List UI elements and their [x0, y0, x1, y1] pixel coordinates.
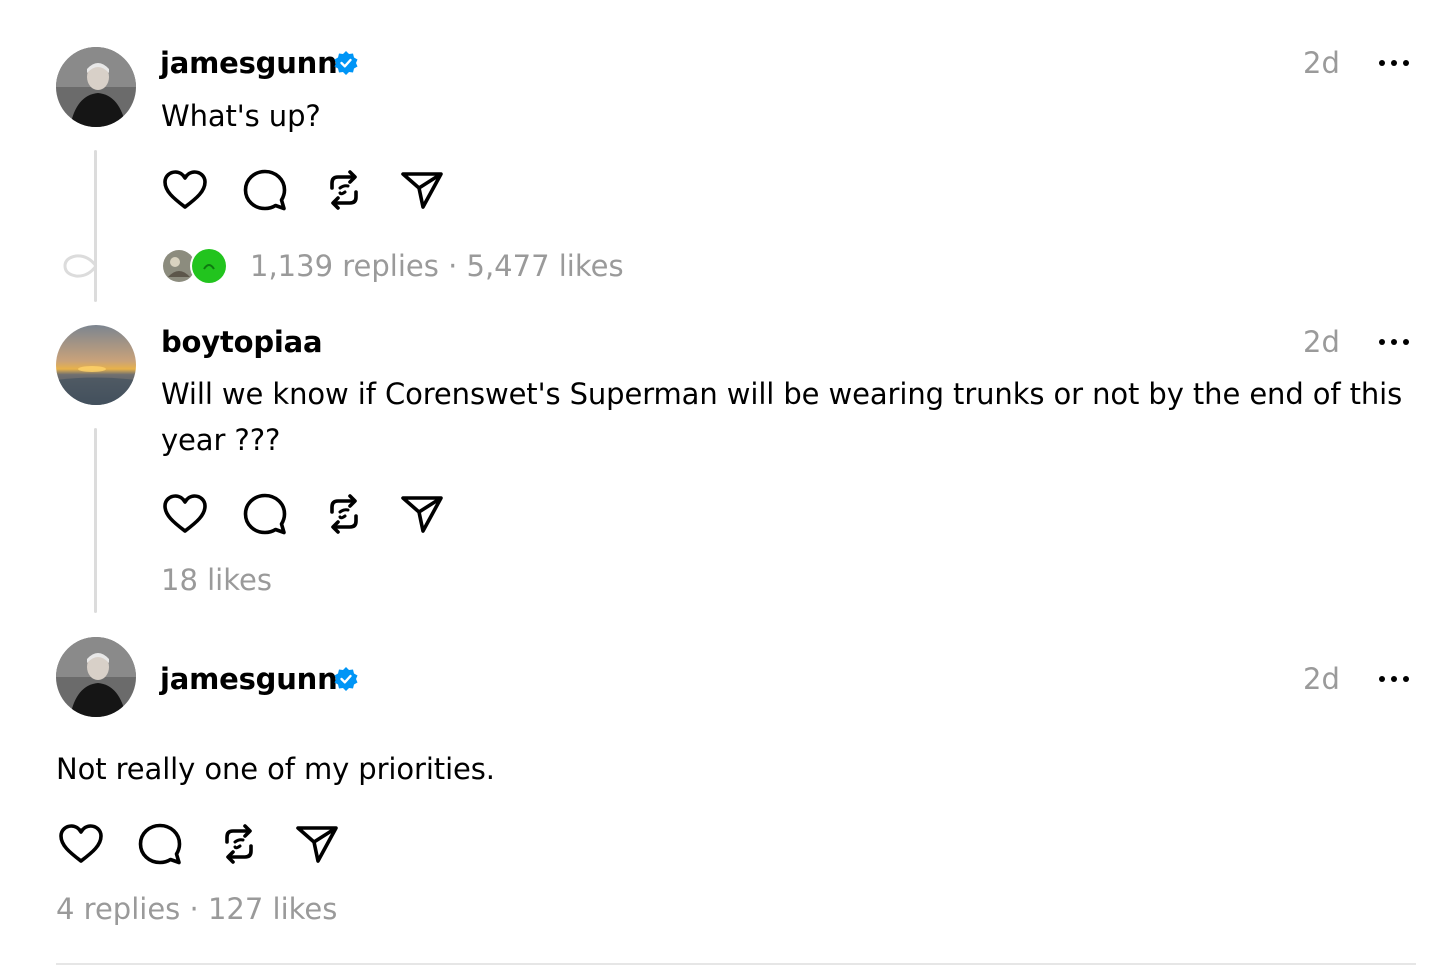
repost-icon — [330, 494, 358, 534]
share-button[interactable] — [398, 490, 446, 538]
more-dots-icon — [1379, 676, 1409, 682]
avatar-jamesgunn[interactable] — [56, 47, 136, 127]
heart-icon — [163, 170, 207, 209]
more-dots-icon — [1379, 339, 1409, 345]
verified-badge-icon — [334, 51, 358, 75]
post-text: Not really one of my priorities. — [56, 752, 495, 786]
reply-button[interactable] — [241, 490, 289, 538]
post-stats: 18 likes — [161, 562, 272, 598]
stats-separator: · — [448, 249, 458, 283]
repost-icon — [225, 824, 253, 864]
more-dots-icon — [1379, 60, 1409, 66]
likes-count[interactable]: 127 likes — [208, 892, 337, 926]
post-stats: 4 replies · 127 likes — [56, 891, 337, 927]
post-username[interactable]: boytopiaa — [161, 324, 323, 360]
send-icon — [401, 172, 443, 209]
replier-avatars — [163, 247, 228, 285]
like-button[interactable] — [161, 490, 209, 538]
replies-count[interactable]: 1,139 replies — [250, 249, 439, 283]
like-button[interactable] — [161, 166, 209, 214]
repost-button[interactable] — [215, 820, 263, 868]
post-username[interactable]: jamesgunn — [160, 45, 338, 81]
send-icon — [401, 496, 443, 533]
reply-button[interactable] — [136, 820, 184, 868]
divider — [56, 963, 1416, 965]
repost-button[interactable] — [320, 490, 368, 538]
post-timestamp: 2d — [1303, 325, 1340, 359]
more-options-button[interactable] — [1377, 45, 1411, 81]
comment-bubble-icon — [243, 493, 287, 535]
repost-icon — [330, 170, 358, 210]
like-button[interactable] — [57, 820, 105, 868]
replies-count[interactable]: 4 replies — [56, 892, 180, 926]
send-icon — [296, 826, 338, 863]
likes-count[interactable]: 5,477 likes — [467, 249, 624, 283]
comment-bubble-icon — [138, 823, 182, 865]
more-options-button[interactable] — [1377, 661, 1411, 697]
post-timestamp: 2d — [1303, 662, 1340, 696]
post-stats: 1,139 replies · 5,477 likes — [250, 248, 624, 284]
comment-bubble-icon — [243, 169, 287, 211]
post-text-line-1: Will we know if Corenswet's Superman wil… — [161, 377, 1403, 411]
repost-button[interactable] — [320, 166, 368, 214]
reply-button[interactable] — [241, 166, 289, 214]
share-button[interactable] — [293, 820, 341, 868]
thread-line — [94, 428, 97, 613]
post-text-line-2: year ??? — [161, 423, 281, 457]
post-text: What's up? — [161, 99, 321, 133]
heart-icon — [59, 824, 103, 863]
stats-separator: · — [189, 892, 199, 926]
avatar-boytopiaa[interactable] — [56, 325, 136, 405]
thread-loop-icon — [63, 254, 98, 278]
heart-icon — [163, 494, 207, 533]
verified-badge-icon — [334, 667, 358, 691]
more-options-button[interactable] — [1377, 324, 1411, 360]
post-timestamp: 2d — [1303, 46, 1340, 80]
likes-count[interactable]: 18 likes — [161, 563, 272, 597]
share-button[interactable] — [398, 166, 446, 214]
post-username[interactable]: jamesgunn — [160, 661, 338, 697]
avatar-jamesgunn[interactable] — [56, 637, 136, 717]
